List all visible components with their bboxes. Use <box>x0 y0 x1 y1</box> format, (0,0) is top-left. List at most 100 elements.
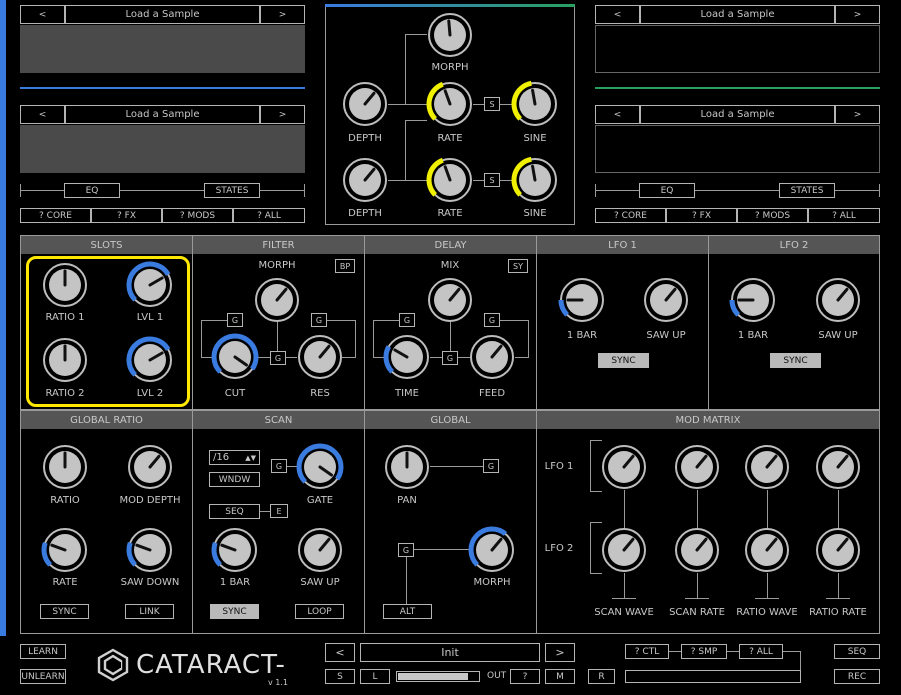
gr-sync-button[interactable]: SYNC <box>40 604 89 619</box>
preset-next-button[interactable]: > <box>545 643 575 662</box>
scan-loop-button[interactable]: LOOP <box>295 604 344 619</box>
sample-left-next-button[interactable]: > <box>260 5 305 24</box>
core-help-left[interactable]: ? CORE <box>20 208 91 223</box>
sine2-knob[interactable] <box>509 154 561 206</box>
fx-help-left[interactable]: ? FX <box>91 208 162 223</box>
filter-cut-g-button[interactable]: G <box>227 313 243 327</box>
gr-mod-depth-knob[interactable] <box>124 441 176 493</box>
global-pan-g-button[interactable]: G <box>483 459 499 473</box>
preset-prev-button[interactable]: < <box>325 643 355 662</box>
ctl-help-button[interactable]: ? CTL <box>625 644 669 659</box>
filter-morph-g-button[interactable]: G <box>270 351 286 365</box>
lvl2-knob[interactable] <box>124 334 176 386</box>
matrix-11-knob[interactable] <box>598 441 650 493</box>
matrix-14-knob[interactable] <box>812 441 864 493</box>
matrix-23-knob[interactable] <box>741 524 793 576</box>
scan-bar-knob[interactable] <box>209 524 261 576</box>
l-button[interactable]: L <box>360 669 390 684</box>
matrix-12-knob[interactable] <box>671 441 723 493</box>
delay-feed-g-button[interactable]: G <box>484 313 500 327</box>
sample-left-prev-button[interactable]: < <box>20 5 65 24</box>
ratio2-knob[interactable] <box>39 334 91 386</box>
filter-mode-button[interactable]: BP <box>335 259 355 273</box>
rec-button[interactable]: REC <box>834 669 880 684</box>
lfo2-bar-knob[interactable] <box>727 274 779 326</box>
mods-help-left[interactable]: ? MODS <box>162 208 233 223</box>
m-button[interactable]: M <box>545 669 575 684</box>
gr-link-button[interactable]: LINK <box>125 604 174 619</box>
sample-right-next-button-2[interactable]: > <box>835 105 880 124</box>
sine1-knob[interactable] <box>509 78 561 130</box>
cut-knob[interactable] <box>209 331 261 383</box>
feed-knob[interactable] <box>466 331 518 383</box>
scan-e-button[interactable]: E <box>270 504 288 518</box>
global-morph-knob[interactable] <box>466 524 518 576</box>
gr-rate-knob[interactable] <box>39 524 91 576</box>
delay-mix-g-button[interactable]: G <box>442 351 458 365</box>
filter-res-g-button[interactable]: G <box>311 313 327 327</box>
scan-gate-knob[interactable] <box>294 441 346 493</box>
states-button-right[interactable]: STATES <box>779 183 835 198</box>
depth2-knob[interactable] <box>339 154 391 206</box>
delay-mode-button[interactable]: SY <box>508 259 528 273</box>
seq-button[interactable]: SEQ <box>834 644 880 659</box>
mods-help-right[interactable]: ? MODS <box>737 208 808 223</box>
states-button-left[interactable]: STATES <box>204 183 260 198</box>
sample-right-load-2[interactable]: Load a Sample <box>640 105 835 124</box>
sample-right-prev-button-2[interactable]: < <box>595 105 640 124</box>
s-button[interactable]: S <box>325 669 355 684</box>
scan-gate-g-button[interactable]: G <box>271 459 287 473</box>
lfo2-saw-knob[interactable] <box>812 274 864 326</box>
delay-time-g-button[interactable]: G <box>399 313 415 327</box>
output-level-slider[interactable] <box>396 671 480 682</box>
global-pan-knob[interactable] <box>381 441 433 493</box>
filter-morph-knob[interactable] <box>251 274 303 326</box>
q-button[interactable]: ? <box>510 669 540 684</box>
delay-mix-knob[interactable] <box>424 274 476 326</box>
waveform-display-left-2[interactable] <box>20 125 305 173</box>
rate1-knob[interactable] <box>424 78 476 130</box>
scan-wndw-button[interactable]: WNDW <box>209 472 260 487</box>
lfo2-sync-button[interactable]: SYNC <box>770 353 821 368</box>
fx-help-right[interactable]: ? FX <box>666 208 737 223</box>
lvl1-knob[interactable] <box>124 259 176 311</box>
lfo1-sync-button[interactable]: SYNC <box>598 353 649 368</box>
ratio1-knob[interactable] <box>39 259 91 311</box>
lfo1-bar-knob[interactable] <box>556 274 608 326</box>
sync-s-button-2[interactable]: S <box>484 173 500 187</box>
scan-division-select[interactable]: /16 ▲▼ <box>209 450 260 465</box>
gr-saw-down-knob[interactable] <box>124 524 176 576</box>
waveform-display-left-1[interactable] <box>20 25 305 73</box>
lfo1-saw-knob[interactable] <box>640 274 692 326</box>
matrix-24-knob[interactable] <box>812 524 864 576</box>
waveform-display-right-1[interactable] <box>595 25 880 73</box>
learn-button[interactable]: LEARN <box>20 644 66 659</box>
preset-name[interactable]: Init <box>360 643 540 662</box>
all-help-left[interactable]: ? ALL <box>233 208 305 223</box>
sync-s-button-1[interactable]: S <box>484 97 500 111</box>
matrix-21-knob[interactable] <box>598 524 650 576</box>
eq-button-left[interactable]: EQ <box>64 183 120 198</box>
depth1-knob[interactable] <box>339 78 391 130</box>
sample-right-load-1[interactable]: Load a Sample <box>640 5 835 24</box>
time-knob[interactable] <box>381 331 433 383</box>
eq-button-right[interactable]: EQ <box>639 183 695 198</box>
core-help-right[interactable]: ? CORE <box>595 208 666 223</box>
global-alt-button[interactable]: ALT <box>383 604 432 619</box>
rate2-knob[interactable] <box>424 154 476 206</box>
sample-right-prev-button[interactable]: < <box>595 5 640 24</box>
scan-seq-button[interactable]: SEQ <box>209 504 260 519</box>
res-knob[interactable] <box>294 331 346 383</box>
scan-sync-button[interactable]: SYNC <box>210 604 259 619</box>
matrix-22-knob[interactable] <box>671 524 723 576</box>
sample-left-next-button-2[interactable]: > <box>260 105 305 124</box>
all-help-button-footer[interactable]: ? ALL <box>739 644 783 659</box>
sample-left-load-1[interactable]: Load a Sample <box>65 5 260 24</box>
scan-saw-knob[interactable] <box>294 524 346 576</box>
all-help-right[interactable]: ? ALL <box>808 208 880 223</box>
sample-right-next-button[interactable]: > <box>835 5 880 24</box>
global-morph-g-button[interactable]: G <box>398 543 414 557</box>
waveform-display-right-2[interactable] <box>595 125 880 173</box>
matrix-13-knob[interactable] <box>741 441 793 493</box>
unlearn-button[interactable]: UNLEARN <box>20 669 66 684</box>
